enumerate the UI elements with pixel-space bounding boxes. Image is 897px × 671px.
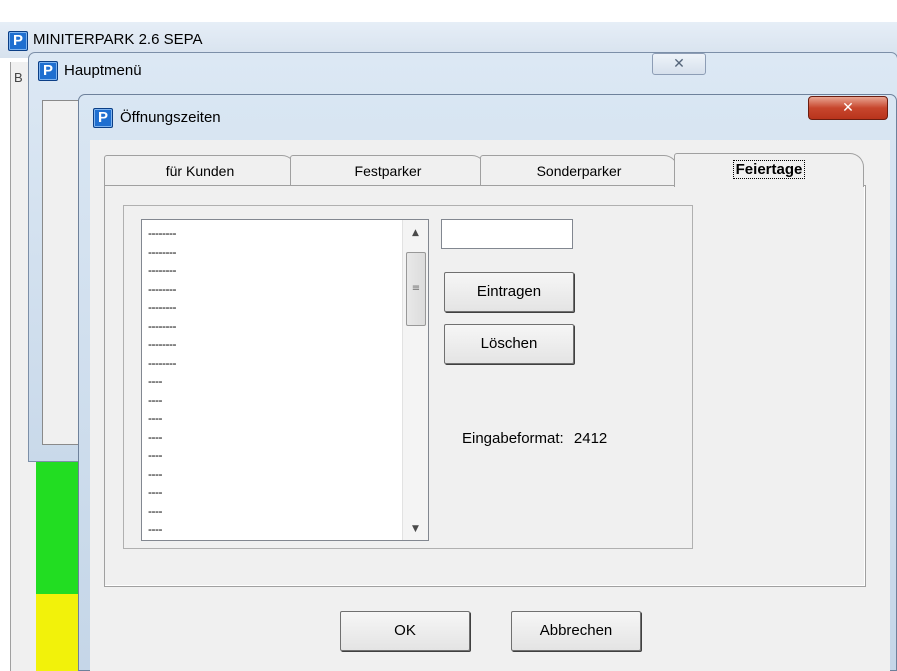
dialog-title: Öffnungszeiten: [120, 109, 221, 126]
dialog-close-button[interactable]: ✕: [808, 96, 888, 120]
list-item[interactable]: ----: [148, 372, 398, 391]
parking-p-icon: P: [93, 108, 113, 128]
parking-p-icon: P: [38, 61, 58, 81]
tab-holidays[interactable]: Feiertage: [674, 153, 864, 187]
tab-permanent-parkers[interactable]: Festparker: [290, 155, 486, 185]
scrollbar-thumb[interactable]: ≡: [406, 252, 426, 326]
list-item[interactable]: --------: [148, 317, 398, 336]
list-item[interactable]: ----: [148, 465, 398, 484]
ok-button[interactable]: OK: [340, 611, 470, 651]
app-title: MINITERPARK 2.6 SEPA: [33, 31, 203, 48]
list-item[interactable]: ----: [148, 428, 398, 447]
list-item[interactable]: ----: [148, 520, 398, 539]
list-item[interactable]: --------: [148, 280, 398, 299]
list-item[interactable]: --------: [148, 224, 398, 243]
parking-p-icon: P: [8, 31, 28, 51]
scroll-up-arrow-icon[interactable]: ▲: [403, 222, 428, 244]
delete-button[interactable]: Löschen: [444, 324, 574, 364]
tab-special-parkers[interactable]: Sonderparker: [480, 155, 678, 185]
list-item[interactable]: --------: [148, 243, 398, 262]
main-menu-title: Hauptmenü: [64, 62, 142, 79]
list-item[interactable]: --------: [148, 298, 398, 317]
list-item[interactable]: --------: [148, 335, 398, 354]
tab-label: Feiertage: [732, 160, 806, 179]
list-item[interactable]: --------: [148, 354, 398, 373]
input-format-caption: Eingabeformat:: [462, 430, 564, 447]
input-format-label: Eingabeformat: 2412: [462, 430, 607, 447]
holiday-list-items: -------- -------- -------- -------- --------…: [148, 224, 398, 539]
list-item[interactable]: ----: [148, 502, 398, 521]
holiday-listbox[interactable]: -------- -------- -------- -------- --------…: [141, 219, 429, 541]
tab-label: Sonderparker: [536, 163, 622, 179]
holiday-date-input[interactable]: [441, 219, 573, 249]
main-menu-close-button[interactable]: ✕: [652, 53, 706, 75]
list-item[interactable]: ----: [148, 446, 398, 465]
cancel-button[interactable]: Abbrechen: [511, 611, 641, 651]
listbox-scrollbar[interactable]: ▲ ≡ ▼: [402, 220, 428, 540]
list-item[interactable]: --------: [148, 261, 398, 280]
scroll-down-arrow-icon[interactable]: ▼: [403, 518, 428, 540]
tab-customers[interactable]: für Kunden: [104, 155, 296, 185]
list-item[interactable]: ----: [148, 483, 398, 502]
tab-label: für Kunden: [165, 163, 235, 179]
list-item[interactable]: ----: [148, 409, 398, 428]
app-client-letter: B: [14, 70, 23, 85]
list-item[interactable]: ----: [148, 391, 398, 410]
tab-label: Festparker: [354, 163, 422, 179]
enter-button[interactable]: Eintragen: [444, 272, 574, 312]
input-format-value: 2412: [573, 430, 608, 447]
